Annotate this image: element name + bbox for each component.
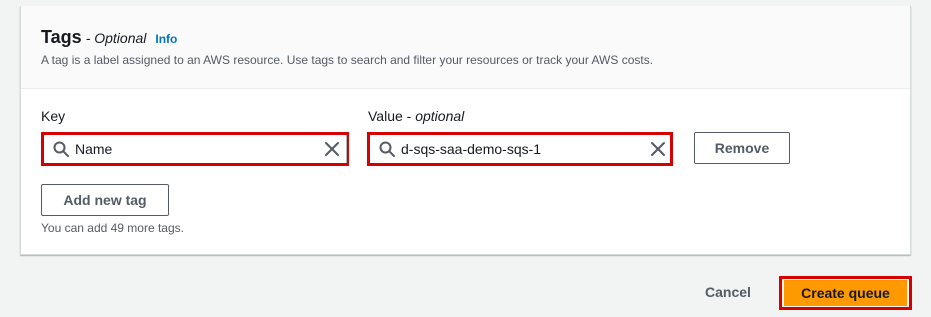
value-input-highlight bbox=[367, 132, 673, 166]
cancel-button[interactable]: Cancel bbox=[680, 278, 776, 306]
tags-title: Tags bbox=[41, 27, 82, 47]
tags-title-row: Tags - Optional Info bbox=[41, 27, 177, 48]
remove-button[interactable]: Remove bbox=[694, 132, 790, 164]
create-queue-highlight bbox=[779, 276, 912, 310]
add-new-tag-button[interactable]: Add new tag bbox=[41, 184, 169, 216]
info-link[interactable]: Info bbox=[155, 32, 177, 46]
key-input-highlight bbox=[41, 132, 349, 166]
value-label-text: Value - bbox=[368, 108, 412, 124]
tags-remaining-hint: You can add 49 more tags. bbox=[41, 221, 184, 235]
value-label-optional: optional bbox=[415, 108, 465, 124]
tags-description: A tag is a label assigned to an AWS reso… bbox=[41, 53, 654, 67]
tags-panel-header: Tags - Optional Info A tag is a label as… bbox=[21, 6, 910, 89]
field-divider bbox=[346, 135, 347, 163]
tags-panel: Tags - Optional Info A tag is a label as… bbox=[20, 6, 911, 255]
tags-title-optional: - Optional bbox=[85, 30, 147, 46]
key-label: Key bbox=[41, 108, 66, 124]
value-label: Value - optional bbox=[368, 108, 464, 124]
